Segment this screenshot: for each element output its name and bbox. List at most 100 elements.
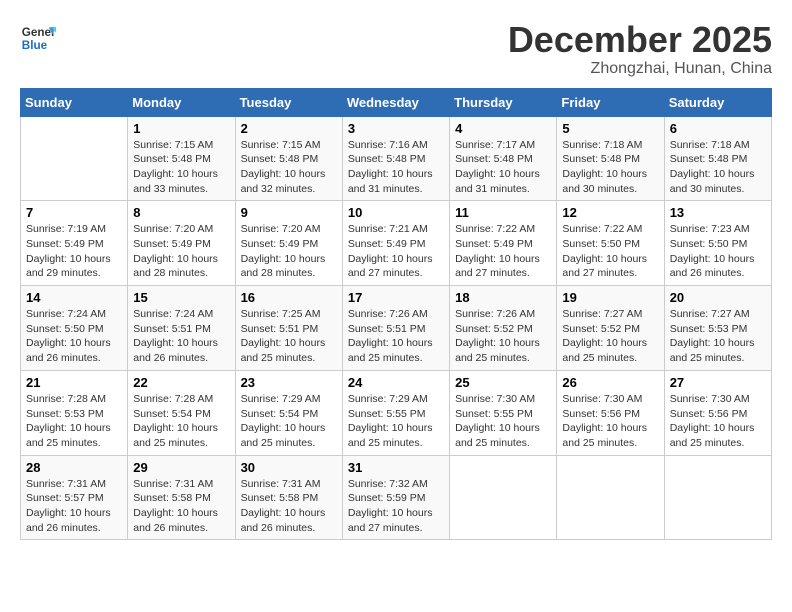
day-number: 29 (133, 460, 229, 475)
day-info: Sunrise: 7:24 AMSunset: 5:50 PMDaylight:… (26, 307, 122, 366)
calendar-day: 15 Sunrise: 7:24 AMSunset: 5:51 PMDayligh… (128, 286, 235, 371)
calendar-day (21, 116, 128, 201)
day-number: 25 (455, 375, 551, 390)
day-info: Sunrise: 7:16 AMSunset: 5:48 PMDaylight:… (348, 138, 444, 197)
calendar-day: 31 Sunrise: 7:32 AMSunset: 5:59 PMDayligh… (342, 455, 449, 540)
day-number: 21 (26, 375, 122, 390)
day-info: Sunrise: 7:22 AMSunset: 5:50 PMDaylight:… (562, 222, 658, 281)
calendar-day: 24 Sunrise: 7:29 AMSunset: 5:55 PMDayligh… (342, 370, 449, 455)
calendar-day (450, 455, 557, 540)
day-number: 20 (670, 290, 766, 305)
calendar-day: 11Sunrise: 7:22 AMSunset: 5:49 PMDayligh… (450, 201, 557, 286)
day-number: 3 (348, 121, 444, 136)
calendar-day: 28 Sunrise: 7:31 AMSunset: 5:57 PMDayligh… (21, 455, 128, 540)
day-number: 11 (455, 205, 551, 220)
day-info: Sunrise: 7:29 AMSunset: 5:54 PMDaylight:… (241, 392, 337, 451)
day-number: 2 (241, 121, 337, 136)
calendar-week-1: 1 Sunrise: 7:15 AMSunset: 5:48 PMDaylight… (21, 116, 772, 201)
calendar-day: 16 Sunrise: 7:25 AMSunset: 5:51 PMDayligh… (235, 286, 342, 371)
day-number: 6 (670, 121, 766, 136)
col-header-friday: Friday (557, 88, 664, 116)
day-info: Sunrise: 7:26 AMSunset: 5:52 PMDaylight:… (455, 307, 551, 366)
day-info: Sunrise: 7:21 AMSunset: 5:49 PMDaylight:… (348, 222, 444, 281)
day-info: Sunrise: 7:30 AMSunset: 5:55 PMDaylight:… (455, 392, 551, 451)
day-number: 15 (133, 290, 229, 305)
day-number: 30 (241, 460, 337, 475)
calendar-day: 18 Sunrise: 7:26 AMSunset: 5:52 PMDayligh… (450, 286, 557, 371)
col-header-tuesday: Tuesday (235, 88, 342, 116)
header-row: SundayMondayTuesdayWednesdayThursdayFrid… (21, 88, 772, 116)
calendar-week-4: 21 Sunrise: 7:28 AMSunset: 5:53 PMDayligh… (21, 370, 772, 455)
day-number: 24 (348, 375, 444, 390)
calendar-day: 9Sunrise: 7:20 AMSunset: 5:49 PMDaylight… (235, 201, 342, 286)
calendar-day: 30Sunrise: 7:31 AMSunset: 5:58 PMDayligh… (235, 455, 342, 540)
title-area: December 2025 Zhongzhai, Hunan, China (508, 20, 772, 78)
day-info: Sunrise: 7:26 AMSunset: 5:51 PMDaylight:… (348, 307, 444, 366)
day-info: Sunrise: 7:17 AMSunset: 5:48 PMDaylight:… (455, 138, 551, 197)
day-info: Sunrise: 7:23 AMSunset: 5:50 PMDaylight:… (670, 222, 766, 281)
calendar-day: 14Sunrise: 7:24 AMSunset: 5:50 PMDayligh… (21, 286, 128, 371)
day-number: 1 (133, 121, 229, 136)
day-number: 13 (670, 205, 766, 220)
calendar-day: 4 Sunrise: 7:17 AMSunset: 5:48 PMDaylight… (450, 116, 557, 201)
day-info: Sunrise: 7:15 AMSunset: 5:48 PMDaylight:… (241, 138, 337, 197)
day-number: 23 (241, 375, 337, 390)
day-info: Sunrise: 7:28 AMSunset: 5:53 PMDaylight:… (26, 392, 122, 451)
day-info: Sunrise: 7:29 AMSunset: 5:55 PMDaylight:… (348, 392, 444, 451)
day-info: Sunrise: 7:30 AMSunset: 5:56 PMDaylight:… (562, 392, 658, 451)
day-number: 22 (133, 375, 229, 390)
day-number: 16 (241, 290, 337, 305)
calendar-day: 3 Sunrise: 7:16 AMSunset: 5:48 PMDaylight… (342, 116, 449, 201)
calendar-day: 19 Sunrise: 7:27 AMSunset: 5:52 PMDayligh… (557, 286, 664, 371)
calendar-day: 17 Sunrise: 7:26 AMSunset: 5:51 PMDayligh… (342, 286, 449, 371)
day-number: 18 (455, 290, 551, 305)
day-info: Sunrise: 7:19 AMSunset: 5:49 PMDaylight:… (26, 222, 122, 281)
day-number: 31 (348, 460, 444, 475)
col-header-saturday: Saturday (664, 88, 771, 116)
calendar-day: 21 Sunrise: 7:28 AMSunset: 5:53 PMDayligh… (21, 370, 128, 455)
calendar-day: 7Sunrise: 7:19 AMSunset: 5:49 PMDaylight… (21, 201, 128, 286)
day-info: Sunrise: 7:32 AMSunset: 5:59 PMDaylight:… (348, 477, 444, 536)
calendar-day: 2 Sunrise: 7:15 AMSunset: 5:48 PMDaylight… (235, 116, 342, 201)
day-info: Sunrise: 7:25 AMSunset: 5:51 PMDaylight:… (241, 307, 337, 366)
calendar-week-2: 7Sunrise: 7:19 AMSunset: 5:49 PMDaylight… (21, 201, 772, 286)
day-number: 10 (348, 205, 444, 220)
logo: General Blue (20, 20, 56, 56)
calendar-day: 10 Sunrise: 7:21 AMSunset: 5:49 PMDayligh… (342, 201, 449, 286)
calendar-day: 6Sunrise: 7:18 AMSunset: 5:48 PMDaylight… (664, 116, 771, 201)
day-info: Sunrise: 7:28 AMSunset: 5:54 PMDaylight:… (133, 392, 229, 451)
calendar-day: 13 Sunrise: 7:23 AMSunset: 5:50 PMDayligh… (664, 201, 771, 286)
day-info: Sunrise: 7:20 AMSunset: 5:49 PMDaylight:… (133, 222, 229, 281)
day-number: 28 (26, 460, 122, 475)
calendar-day: 1 Sunrise: 7:15 AMSunset: 5:48 PMDaylight… (128, 116, 235, 201)
calendar-day: 23 Sunrise: 7:29 AMSunset: 5:54 PMDayligh… (235, 370, 342, 455)
location-subtitle: Zhongzhai, Hunan, China (508, 60, 772, 78)
day-number: 19 (562, 290, 658, 305)
day-info: Sunrise: 7:30 AMSunset: 5:56 PMDaylight:… (670, 392, 766, 451)
month-title: December 2025 (508, 20, 772, 60)
calendar-table: SundayMondayTuesdayWednesdayThursdayFrid… (20, 88, 772, 541)
col-header-wednesday: Wednesday (342, 88, 449, 116)
day-info: Sunrise: 7:15 AMSunset: 5:48 PMDaylight:… (133, 138, 229, 197)
calendar-day: 22 Sunrise: 7:28 AMSunset: 5:54 PMDayligh… (128, 370, 235, 455)
svg-text:Blue: Blue (22, 39, 48, 52)
day-info: Sunrise: 7:18 AMSunset: 5:48 PMDaylight:… (562, 138, 658, 197)
day-number: 27 (670, 375, 766, 390)
calendar-day: 12Sunrise: 7:22 AMSunset: 5:50 PMDayligh… (557, 201, 664, 286)
day-number: 9 (241, 205, 337, 220)
col-header-sunday: Sunday (21, 88, 128, 116)
calendar-day (664, 455, 771, 540)
calendar-day: 25 Sunrise: 7:30 AMSunset: 5:55 PMDayligh… (450, 370, 557, 455)
logo-icon: General Blue (20, 20, 56, 56)
day-number: 4 (455, 121, 551, 136)
calendar-week-5: 28 Sunrise: 7:31 AMSunset: 5:57 PMDayligh… (21, 455, 772, 540)
calendar-day: 27 Sunrise: 7:30 AMSunset: 5:56 PMDayligh… (664, 370, 771, 455)
day-number: 5 (562, 121, 658, 136)
day-info: Sunrise: 7:24 AMSunset: 5:51 PMDaylight:… (133, 307, 229, 366)
day-number: 17 (348, 290, 444, 305)
day-info: Sunrise: 7:31 AMSunset: 5:57 PMDaylight:… (26, 477, 122, 536)
col-header-thursday: Thursday (450, 88, 557, 116)
col-header-monday: Monday (128, 88, 235, 116)
day-info: Sunrise: 7:27 AMSunset: 5:53 PMDaylight:… (670, 307, 766, 366)
day-info: Sunrise: 7:27 AMSunset: 5:52 PMDaylight:… (562, 307, 658, 366)
